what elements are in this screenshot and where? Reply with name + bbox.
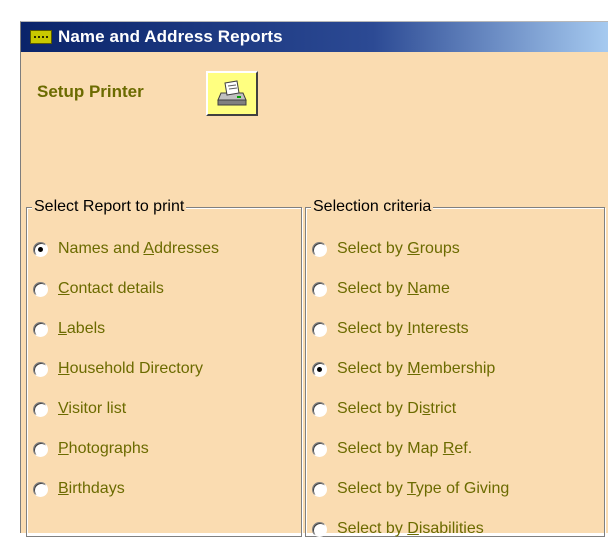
criteria-option[interactable]: Select by Type of Giving: [312, 477, 509, 501]
app-icon: [30, 30, 52, 44]
criteria-option[interactable]: Select by Name: [312, 277, 450, 301]
criteria-option[interactable]: Select by Interests: [312, 317, 469, 341]
radio-button[interactable]: [312, 361, 327, 377]
radio-button[interactable]: [312, 401, 327, 417]
setup-printer-button[interactable]: [206, 71, 258, 116]
criteria-option-label: Select by Type of Giving: [337, 480, 510, 497]
report-group: Select Report to print Names and Address…: [26, 197, 302, 537]
radio-button[interactable]: [312, 241, 327, 257]
radio-button[interactable]: [33, 321, 48, 337]
report-option-label: Names and Addresses: [58, 240, 219, 257]
printer-icon: [217, 79, 247, 105]
criteria-option[interactable]: Select by Disabilities: [312, 517, 484, 541]
name-address-reports-window: Name and Address Reports Setup Printer S…: [20, 21, 608, 537]
report-option[interactable]: Contact details: [33, 277, 164, 301]
criteria-group-legend: Selection criteria: [311, 197, 434, 217]
report-option-label: Visitor list: [58, 400, 127, 417]
radio-button[interactable]: [312, 441, 327, 457]
criteria-option-label: Select by Disabilities: [337, 520, 484, 537]
report-option[interactable]: Labels: [33, 317, 105, 341]
radio-button[interactable]: [312, 281, 327, 297]
radio-button[interactable]: [312, 481, 327, 497]
window-title: Name and Address Reports: [58, 27, 283, 46]
radio-button[interactable]: [33, 361, 48, 377]
report-option[interactable]: Photographs: [33, 437, 149, 461]
report-option[interactable]: Household Directory: [33, 357, 203, 381]
criteria-group: Selection criteria Select by Groups Selec…: [305, 197, 605, 537]
criteria-option[interactable]: Select by Map Ref.: [312, 437, 472, 461]
criteria-option-label: Select by Map Ref.: [337, 440, 473, 457]
radio-button[interactable]: [33, 481, 48, 497]
criteria-option[interactable]: Select by District: [312, 397, 456, 421]
criteria-option-label: Select by District: [337, 400, 457, 417]
report-option[interactable]: Names and Addresses: [33, 237, 219, 261]
report-group-legend: Select Report to print: [32, 197, 187, 217]
title-bar[interactable]: Name and Address Reports: [21, 22, 608, 52]
report-option-label: Photographs: [58, 440, 149, 457]
radio-button[interactable]: [33, 241, 48, 257]
report-option-label: Birthdays: [58, 480, 125, 497]
criteria-option-label: Select by Name: [337, 280, 450, 297]
report-option[interactable]: Birthdays: [33, 477, 125, 501]
radio-button[interactable]: [312, 321, 327, 337]
criteria-option-label: Select by Membership: [337, 360, 496, 377]
criteria-option[interactable]: Select by Membership: [312, 357, 495, 381]
report-option-label: Contact details: [58, 280, 164, 297]
criteria-option[interactable]: Select by Groups: [312, 237, 460, 261]
radio-button[interactable]: [33, 281, 48, 297]
criteria-option-label: Select by Interests: [337, 320, 469, 337]
report-option-label: Labels: [58, 320, 106, 337]
radio-button[interactable]: [33, 401, 48, 417]
radio-button[interactable]: [33, 441, 48, 457]
setup-printer-label: Setup Printer: [37, 82, 144, 101]
radio-button[interactable]: [312, 521, 327, 537]
report-option[interactable]: Visitor list: [33, 397, 126, 421]
criteria-option-label: Select by Groups: [337, 240, 460, 257]
report-option-label: Household Directory: [58, 360, 203, 377]
